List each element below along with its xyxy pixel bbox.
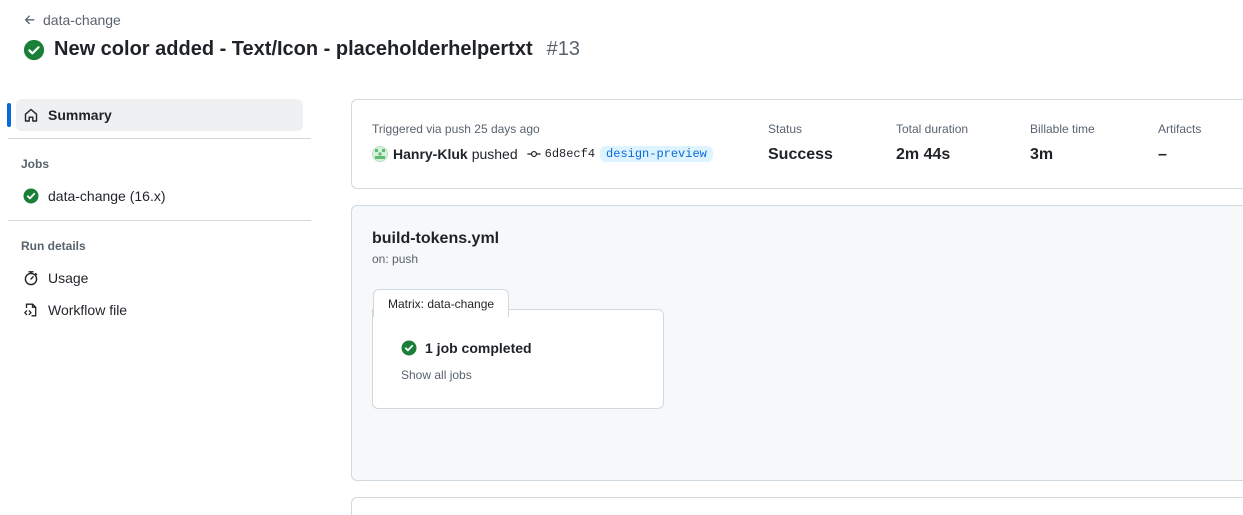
usage-label: Usage <box>48 270 89 286</box>
show-all-jobs-link[interactable]: Show all jobs <box>401 368 472 382</box>
file-code-icon <box>24 303 37 317</box>
check-circle-fill-icon <box>23 39 45 60</box>
sidebar-divider <box>8 220 311 221</box>
branch-label[interactable]: design-preview <box>600 146 713 162</box>
check-circle-fill-icon <box>23 188 39 204</box>
workflow-name: build-tokens.yml <box>372 230 500 247</box>
sidebar-divider <box>8 138 311 139</box>
back-link-label: data-change <box>43 12 121 28</box>
stat-total-duration: Total duration 2m 44s <box>896 122 968 164</box>
matrix-job-status: 1 job completed <box>401 340 532 356</box>
identicon-icon <box>375 149 385 159</box>
sidebar-item-usage[interactable]: Usage <box>0 264 311 292</box>
avatar[interactable] <box>372 146 388 162</box>
run-summary-card: Triggered via push 25 days ago Hanry-Klu… <box>351 99 1243 189</box>
sidebar-item-summary[interactable]: Summary <box>7 99 303 131</box>
commit-sha-link[interactable]: 6d8ecf4 <box>545 147 595 161</box>
run-title: New color added - Text/Icon - placeholde… <box>23 38 580 61</box>
trigger-details: Hanry-Kluk pushed 6d8ecf4 design-preview <box>372 146 713 162</box>
page-title: New color added - Text/Icon - placeholde… <box>54 38 533 60</box>
stat-label: Billable time <box>1030 122 1095 136</box>
check-circle-fill-icon <box>401 340 417 356</box>
job-status-text: 1 job completed <box>425 340 532 356</box>
sidebar: Summary Jobs data-change (16.x) Run deta… <box>0 99 311 324</box>
stat-value: 3m <box>1030 146 1054 163</box>
run-details-heading: Run details <box>21 239 86 253</box>
workflow-file-label: Workflow file <box>48 302 128 318</box>
git-commit-icon <box>526 150 541 158</box>
action-text: pushed <box>471 146 518 162</box>
stat-value: Success <box>768 146 833 163</box>
trigger-label: Triggered via push 25 days ago <box>372 122 540 136</box>
job-label: data-change (16.x) <box>48 188 166 204</box>
next-section-card <box>351 497 1243 515</box>
workflow-trigger: on: push <box>372 252 419 266</box>
workflow-graph-card: build-tokens.yml on: push Matrix: data-c… <box>351 205 1243 481</box>
sidebar-item-workflow-file[interactable]: Workflow file <box>0 296 311 324</box>
stat-label: Artifacts <box>1158 122 1202 136</box>
back-to-workflow-link[interactable]: data-change <box>23 12 121 28</box>
run-number: #13 <box>546 38 580 60</box>
matrix-tab: Matrix: data-change <box>373 289 510 317</box>
stat-artifacts: Artifacts – <box>1158 122 1201 164</box>
stat-billable-time: Billable time 3m <box>1030 122 1095 164</box>
stat-label: Status <box>768 122 803 136</box>
workflow-run-page: data-change New color added - Text/Icon … <box>0 0 1243 515</box>
stat-label: Total duration <box>896 122 969 136</box>
sidebar-item-job[interactable]: data-change (16.x) <box>0 182 311 210</box>
arrow-left-icon <box>24 15 35 25</box>
stat-value: 2m 44s <box>896 146 951 163</box>
actor-link[interactable]: Hanry-Kluk <box>393 146 468 162</box>
sidebar-item-label: Summary <box>48 107 112 123</box>
stat-value: – <box>1158 146 1167 163</box>
jobs-heading: Jobs <box>21 157 50 171</box>
home-icon <box>24 108 38 122</box>
matrix-job-box[interactable]: 1 job completed Show all jobs <box>372 309 664 409</box>
stat-status: Status Success <box>768 122 833 164</box>
stopwatch-icon <box>24 271 38 286</box>
